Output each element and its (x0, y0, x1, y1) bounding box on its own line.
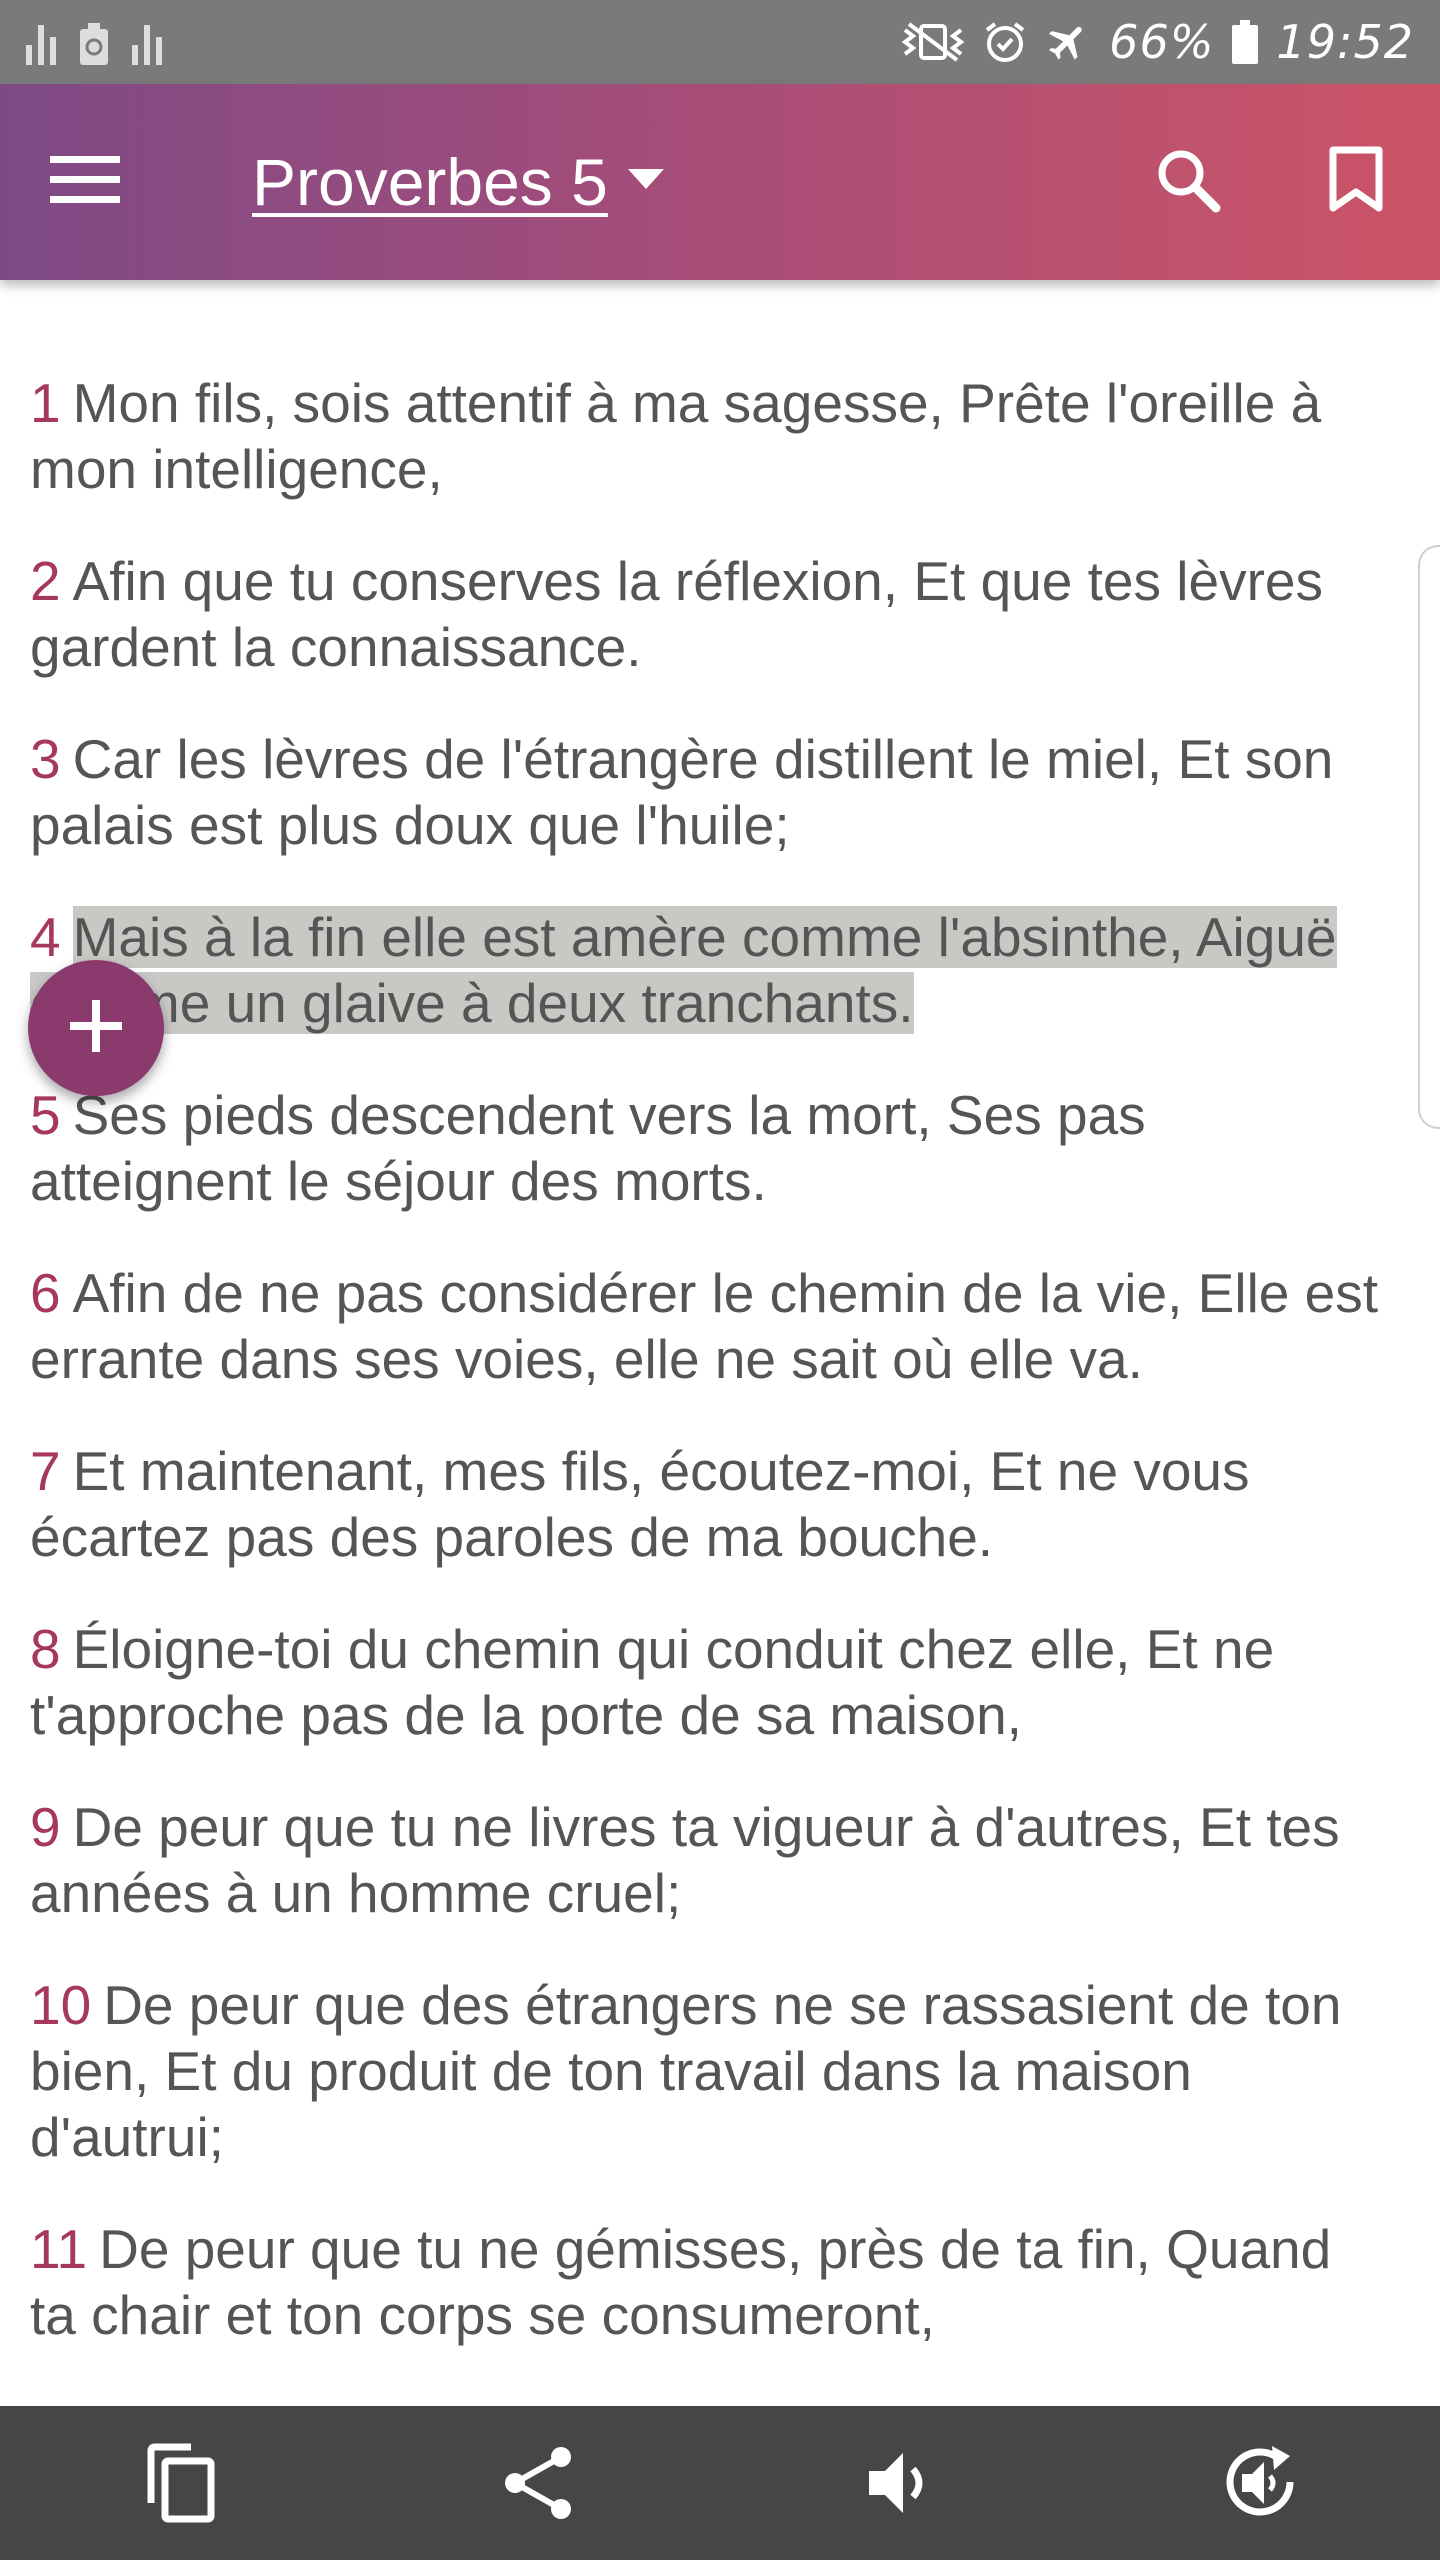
verse-text: De peur que des étrangers ne se rassasie… (30, 1974, 1342, 2168)
chapter-content[interactable]: 1 Mon fils, sois attentif à ma sagesse, P… (0, 280, 1440, 2406)
status-system: 66% 19:52 (901, 12, 1414, 72)
replay-audio-button[interactable] (1206, 2430, 1316, 2540)
status-notifications (26, 18, 162, 68)
chapter-selector[interactable]: Proverbes 5 (252, 136, 664, 228)
verse[interactable]: 3 Car les lèvres de l'étrangère distillen… (30, 726, 1380, 858)
share-button[interactable] (484, 2430, 594, 2540)
alarm-icon (983, 20, 1027, 64)
scroll-handle[interactable] (1418, 545, 1440, 1129)
verse-text: De peur que tu ne livres ta vigueur à d'… (30, 1796, 1340, 1924)
verse-text: Et maintenant, mes fils, écoutez-moi, Et… (30, 1440, 1250, 1568)
add-note-button[interactable] (28, 960, 164, 1096)
verse-number: 6 (30, 1262, 61, 1324)
airplane-mode-icon (1045, 19, 1091, 65)
bookmark-icon (1328, 146, 1384, 218)
read-aloud-button[interactable] (846, 2430, 956, 2540)
verse[interactable]: 9 De peur que tu ne livres ta vigueur à d… (30, 1794, 1380, 1926)
verse-number: 10 (30, 1974, 92, 2036)
verse-number: 2 (30, 550, 61, 612)
verse-number: 7 (30, 1440, 61, 1502)
verse-text: Afin de ne pas considérer le chemin de l… (30, 1262, 1379, 1390)
verse[interactable]: 10 De peur que des étrangers ne se rassas… (30, 1972, 1380, 2170)
chapter-title: Proverbes 5 (252, 145, 608, 219)
verse[interactable]: 7 Et maintenant, mes fils, écoutez-moi, E… (30, 1438, 1380, 1570)
verse-text: Mon fils, sois attentif à ma sagesse, Pr… (30, 372, 1322, 500)
verse[interactable]: 8 Éloigne-toi du chemin qui conduit chez … (30, 1616, 1380, 1748)
speaker-icon (865, 2447, 937, 2523)
verse[interactable]: 1 Mon fils, sois attentif à ma sagesse, P… (30, 370, 1380, 502)
recycle-icon (78, 21, 110, 65)
verse-number: 4 (30, 906, 61, 968)
verse[interactable]: 6 Afin de ne pas considérer le chemin de … (30, 1260, 1380, 1392)
battery-percent: 66% (1109, 15, 1215, 69)
verse-number: 1 (30, 372, 61, 434)
dropdown-arrow-icon (627, 169, 664, 195)
verse[interactable]: 5 Ses pieds descendent vers la mort, Ses … (30, 1082, 1380, 1214)
menu-button[interactable] (30, 130, 140, 234)
verse-selected[interactable]: 4 Mais à la fin elle est amère comme l'ab… (30, 904, 1380, 1036)
bookmark-button[interactable] (1304, 130, 1408, 234)
status-bar: 66% 19:52 (0, 0, 1440, 84)
verse-number: 9 (30, 1796, 61, 1858)
verse-text: Ses pieds descendent vers la mort, Ses p… (30, 1084, 1146, 1212)
verse-number: 3 (30, 728, 61, 790)
verse-text: De peur que tu ne gémisses, près de ta f… (30, 2218, 1332, 2346)
replay-audio-icon (1220, 2442, 1302, 2528)
vibrate-icon (901, 20, 965, 64)
share-icon (503, 2445, 575, 2525)
plus-icon (70, 1000, 122, 1056)
verse-text: Afin que tu conserves la réflexion, Et q… (30, 550, 1323, 678)
verse-number: 8 (30, 1618, 61, 1680)
verse-text: Mais à la fin elle est amère comme l'abs… (30, 906, 1337, 1034)
battery-icon (1232, 20, 1259, 64)
copy-icon (143, 2443, 215, 2527)
copy-button[interactable] (124, 2430, 234, 2540)
menu-icon (50, 154, 120, 210)
search-button[interactable] (1136, 130, 1240, 234)
signal-icon (132, 21, 162, 65)
bottom-action-bar (0, 2406, 1440, 2560)
clock: 19:52 (1276, 15, 1414, 69)
verse-number: 11 (30, 2218, 88, 2280)
verse-list: 1 Mon fils, sois attentif à ma sagesse, P… (30, 370, 1380, 2394)
search-icon (1155, 147, 1221, 217)
signal-icon (26, 21, 56, 65)
verse-text: Éloigne-toi du chemin qui conduit chez e… (30, 1618, 1275, 1746)
verse-number: 5 (30, 1084, 61, 1146)
verse[interactable]: 2 Afin que tu conserves la réflexion, Et … (30, 548, 1380, 680)
verse[interactable]: 11 De peur que tu ne gémisses, près de ta… (30, 2216, 1380, 2348)
verse-text: Car les lèvres de l'étrangère distillent… (30, 728, 1334, 856)
app-bar: Proverbes 5 (0, 84, 1440, 280)
